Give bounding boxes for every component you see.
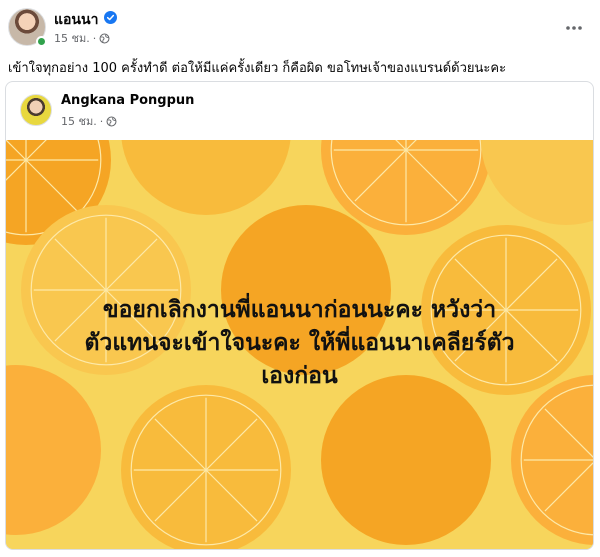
post-header: แอนนา 15 ชม. · [8,8,592,48]
overlay-line: ขอยกเลิกงานพี่แอนนาก่อนนะคะ หวังว่า [102,297,497,323]
shared-post-time[interactable]: 15 ชม. [61,112,97,130]
overlay-line: เองก่อน [261,363,338,389]
shared-author-name[interactable]: Angkana Pongpun [61,93,194,108]
globe-icon[interactable] [99,33,110,44]
author-name[interactable]: แอนนา [54,9,98,31]
online-status-indicator [36,36,47,47]
verified-badge-icon [104,11,117,24]
globe-icon[interactable] [106,116,117,127]
image-overlay-text: ขอยกเลิกงานพี่แอนนาก่อนนะคะ หวังว่า ตัวแ… [6,294,593,393]
shared-meta-separator: · [99,114,104,128]
post-time[interactable]: 15 ชม. [54,29,90,47]
more-options-icon [566,26,582,30]
shared-post-meta: 15 ชม. · [61,112,117,130]
more-options-button[interactable] [560,14,588,42]
meta-separator: · [92,31,97,45]
orange-slice [321,375,491,545]
post-text: เข้าใจทุกอย่าง 100 ครั้งทำดี ต่อให้มีแค่… [8,61,507,76]
shared-post-header: Angkana Pongpun 15 ชม. · [6,82,593,140]
shared-post-image[interactable]: ขอยกเลิกงานพี่แอนนาก่อนนะคะ หวังว่า ตัวแ… [6,140,593,549]
post-meta: 15 ชม. · [54,29,110,47]
shared-post-card[interactable]: Angkana Pongpun 15 ชม. · ขอยกเลิกงานพี่แ… [5,81,594,550]
overlay-line: ตัวแทนจะเข้าใจนะคะ ให้พี่แอนนาเคลียร์ตัว [84,330,515,356]
shared-author-avatar[interactable] [20,94,52,126]
